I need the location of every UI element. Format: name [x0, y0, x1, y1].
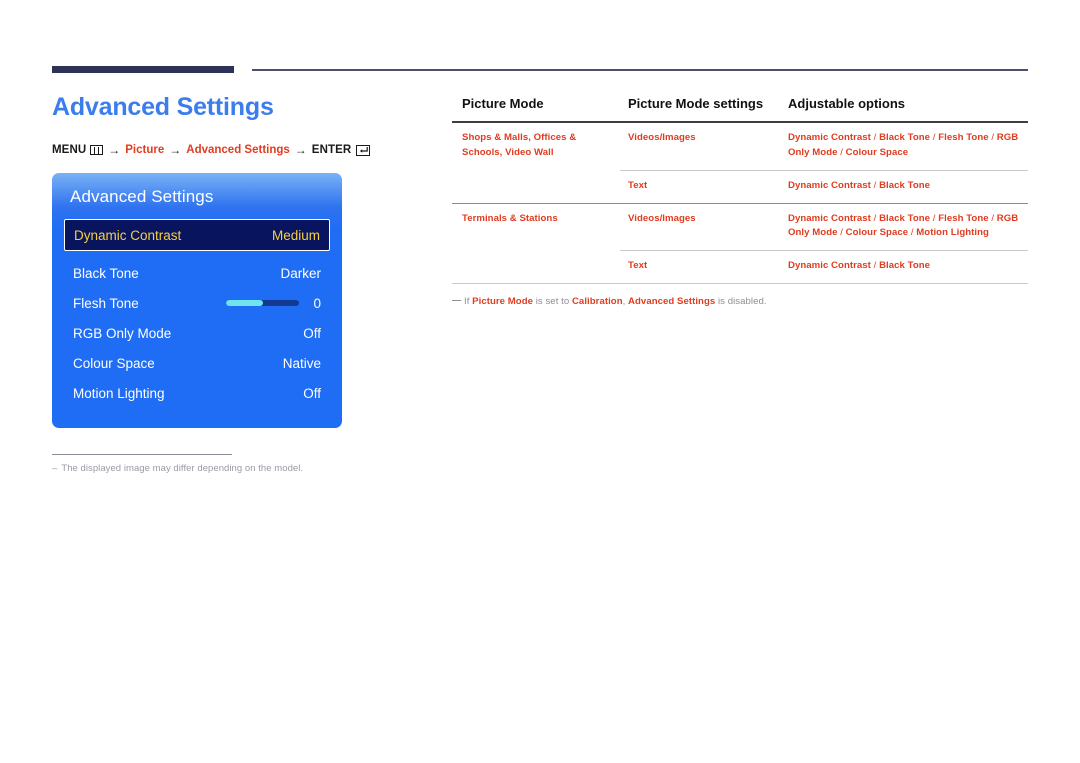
footnote-dash-icon	[452, 299, 461, 302]
menu-grid-icon	[90, 145, 104, 156]
breadcrumb-arrow-3: →	[294, 143, 307, 158]
cell-picture-mode	[452, 170, 620, 203]
osd-row-value: 0	[313, 295, 321, 311]
osd-row-label: RGB Only Mode	[73, 325, 172, 341]
enter-key-icon	[356, 144, 371, 156]
footnote-rule	[52, 454, 232, 456]
cell-adjustable-options: Dynamic Contrast / Black Tone / Flesh To…	[780, 202, 1028, 251]
osd-row-label: Black Tone	[73, 265, 139, 281]
picture-mode-table: Picture Mode Picture Mode settings Adjus…	[452, 96, 1028, 285]
breadcrumb-arrow-2: →	[169, 143, 182, 158]
osd-row-motion-lighting[interactable]: Motion Lighting Off	[64, 378, 330, 408]
cell-picture-mode: Shops & Malls, Offices & Schools, Video …	[462, 132, 577, 158]
osd-row-value: Medium	[271, 227, 320, 243]
footnote-bold-calibration: Calibration	[571, 296, 623, 308]
column-header-picture-mode: Picture Mode	[452, 96, 620, 123]
header-rule-thick	[52, 66, 234, 73]
breadcrumb-step-advanced-settings: Advanced Settings	[186, 144, 290, 157]
osd-row-slider-group: 0	[226, 296, 321, 311]
osd-row-rgb-only-mode[interactable]: RGB Only Mode Off	[64, 318, 330, 348]
cell-picture-mode-setting: Text	[620, 169, 780, 204]
cell-picture-mode: Terminals & Stations	[452, 202, 620, 251]
osd-row-black-tone[interactable]: Black Tone Darker	[64, 258, 330, 288]
cell-picture-mode-setting: Videos/Images	[628, 132, 696, 143]
osd-row-flesh-tone[interactable]: Flesh Tone 0	[64, 288, 330, 318]
cell-adjustable-options: Dynamic Contrast / Black Tone / Flesh To…	[788, 132, 1019, 158]
osd-panel: Advanced Settings Dynamic Contrast Mediu…	[52, 173, 342, 429]
footnote-line: – The displayed image may differ dependin…	[52, 463, 304, 475]
cell-picture-mode	[452, 250, 620, 285]
footnote-mid-1: is set to	[533, 296, 572, 308]
right-column: Picture Mode Picture Mode settings Adjus…	[452, 96, 1028, 307]
osd-row-value: Off	[303, 385, 321, 401]
osd-row-label: Flesh Tone	[73, 295, 139, 311]
osd-row-value: Darker	[280, 265, 321, 281]
breadcrumb-menu-label: MENU	[52, 144, 87, 157]
table-row: Shops & Malls, Offices & Schools, Video …	[452, 122, 1028, 170]
cell-picture-mode-setting: Videos/Images	[620, 202, 780, 251]
footnote-text: The displayed image may differ depending…	[61, 463, 304, 475]
osd-row-label: Colour Space	[73, 355, 155, 371]
column-header-picture-mode-settings: Picture Mode settings	[620, 96, 780, 123]
table-row: Terminals & Stations Videos/Images Dynam…	[452, 202, 1028, 251]
osd-row-value: Off	[303, 325, 321, 341]
footnote-bold-picture-mode: Picture Mode	[472, 296, 533, 308]
right-footnote: If Picture Mode is set to Calibration, A…	[452, 296, 1028, 307]
table-row: Text Dynamic Contrast / Black Tone	[452, 169, 1028, 204]
cell-picture-mode-setting: Text	[620, 250, 780, 285]
flesh-tone-slider-fill	[226, 300, 263, 307]
column-header-adjustable-options: Adjustable options	[780, 96, 1028, 123]
page-title: Advanced Settings	[52, 93, 274, 121]
osd-row-label: Motion Lighting	[73, 385, 165, 401]
osd-spacer	[64, 251, 330, 258]
footnote-prefix: If	[464, 296, 473, 308]
cell-adjustable-options: Dynamic Contrast / Black Tone	[780, 250, 1028, 285]
cell-adjustable-options: Dynamic Contrast / Black Tone	[780, 169, 1028, 204]
osd-row-colour-space[interactable]: Colour Space Native	[64, 348, 330, 378]
left-column: Advanced Settings MENU → Picture → Advan…	[52, 92, 432, 474]
footnote-bold-advanced-settings: Advanced Settings	[628, 296, 716, 308]
osd-row-label: Dynamic Contrast	[74, 227, 182, 243]
header-rule-thin	[252, 69, 1028, 71]
flesh-tone-slider[interactable]	[226, 300, 300, 307]
osd-row-value: Native	[282, 355, 321, 371]
left-footnote: – The displayed image may differ dependin…	[52, 454, 304, 475]
breadcrumb-step-picture: Picture	[125, 144, 165, 157]
table-row: Text Dynamic Contrast / Black Tone	[452, 250, 1028, 285]
breadcrumb-arrow-1: →	[108, 143, 121, 158]
osd-row-dynamic-contrast[interactable]: Dynamic Contrast Medium	[64, 219, 330, 252]
breadcrumb: MENU → Picture → Advanced Settings → ENT…	[52, 143, 432, 157]
footnote-dash: –	[52, 463, 58, 475]
footnote-suffix: is disabled.	[715, 296, 767, 308]
breadcrumb-enter-label: ENTER	[311, 144, 352, 157]
osd-panel-title: Advanced Settings	[70, 187, 214, 207]
osd-row-list: Dynamic Contrast Medium Black Tone Darke…	[52, 219, 342, 408]
table-header-row: Picture Mode Picture Mode settings Adjus…	[452, 96, 1028, 123]
